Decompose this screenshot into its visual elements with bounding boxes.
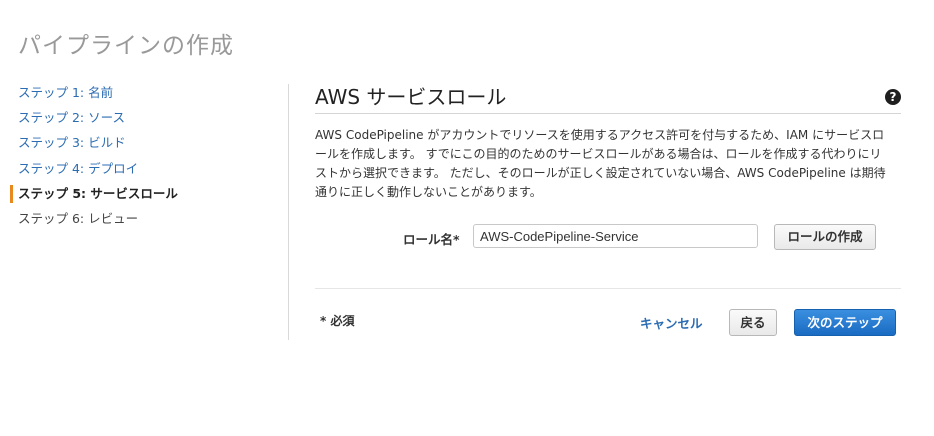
service-role-panel: AWS サービスロール ? AWS CodePipeline がアカウントでリソ… — [315, 84, 901, 336]
create-role-button[interactable]: ロールの作成 — [774, 224, 876, 250]
role-name-label: ロール名* — [403, 232, 460, 247]
section-title: AWS サービスロール — [315, 85, 507, 109]
question-circle-icon[interactable]: ? — [885, 89, 901, 105]
step-6-review: ステップ 6: レビュー — [18, 210, 139, 226]
step-1-name[interactable]: ステップ 1: 名前 — [10, 80, 270, 105]
footer-divider — [315, 288, 901, 289]
role-name-row: ロール名* ロールの作成 — [315, 224, 901, 254]
section-description: AWS CodePipeline がアカウントでリソースを使用するアクセス許可を… — [315, 128, 886, 199]
step-5-service-role: ステップ 5: サービスロール — [10, 181, 270, 206]
page: パイプラインの作成 ステップ 1: 名前 ステップ 2: ソース ステップ 3:… — [0, 0, 934, 436]
required-note: * 必須 — [320, 314, 355, 328]
cancel-link[interactable]: キャンセル — [640, 313, 703, 332]
back-button[interactable]: 戻る — [729, 309, 777, 336]
step-3-build[interactable]: ステップ 3: ビルド — [10, 130, 270, 155]
next-step-button[interactable]: 次のステップ — [794, 309, 896, 336]
role-name-input[interactable] — [473, 224, 758, 248]
section-header: AWS サービスロール ? — [315, 84, 901, 114]
page-title: パイプラインの作成 — [18, 33, 234, 59]
sidebar-divider — [288, 84, 289, 340]
step-2-source[interactable]: ステップ 2: ソース — [10, 105, 270, 130]
step-4-deploy[interactable]: ステップ 4: デプロイ — [10, 156, 270, 181]
wizard-steps-sidebar: ステップ 1: 名前 ステップ 2: ソース ステップ 3: ビルド ステップ … — [10, 80, 270, 231]
